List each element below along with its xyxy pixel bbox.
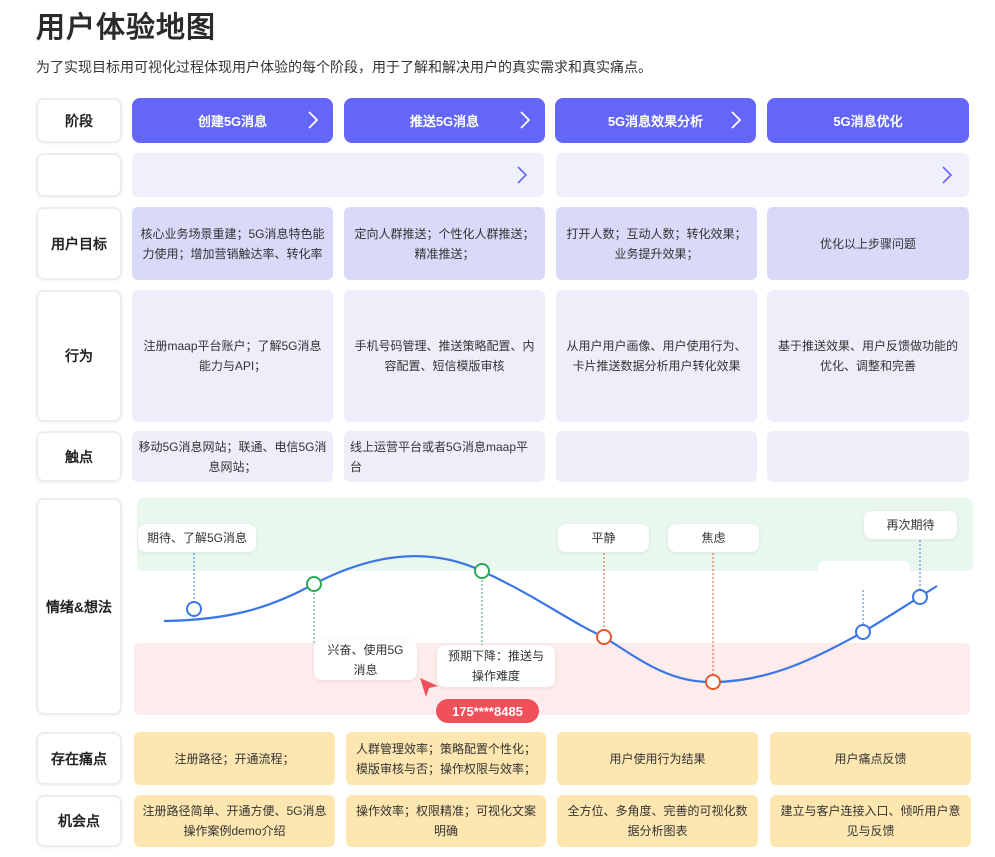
- opportunity-cell: 操作效率；权限精准；可视化文案明确: [346, 795, 546, 847]
- cursor-arrow-icon: [420, 678, 438, 697]
- emotion-note: 兴奋、使用5G消息: [314, 640, 417, 680]
- emotion-point: [186, 601, 202, 617]
- pain-cell: 人群管理效率；策略配置个性化；模版审核与否；操作权限与效率；: [346, 732, 546, 785]
- pain-cell: 用户痛点反馈: [770, 732, 971, 785]
- pain-cell: 注册路径；开通流程；: [134, 732, 335, 785]
- emotion-note: 焦虑: [668, 524, 759, 552]
- emotion-curve: [163, 540, 938, 690]
- opportunity-cell: 注册路径简单、开通方便、5G消息操作案例demo介绍: [134, 795, 335, 847]
- opportunity-cell: 建立与客户连接入口、倾听用户意见与反馈: [770, 795, 971, 847]
- opportunity-cell: 全方位、多角度、完善的可视化数据分析图表: [557, 795, 758, 847]
- emotion-note: 再次期待: [864, 511, 957, 539]
- emotion-point: [596, 629, 612, 645]
- emotion-note: 平静: [558, 524, 649, 552]
- emotion-point: [705, 674, 721, 690]
- emotion-note: 预期下降：推送与操作难度: [437, 645, 555, 687]
- pain-cell: 用户使用行为结果: [557, 732, 758, 785]
- emotion-point: [855, 624, 871, 640]
- emotion-point: [306, 576, 322, 592]
- user-phone-tag: 175****8485: [436, 699, 539, 723]
- emotion-point: [474, 563, 490, 579]
- emotion-note: 期待、了解5G消息: [138, 524, 256, 552]
- emotion-point: [912, 589, 928, 605]
